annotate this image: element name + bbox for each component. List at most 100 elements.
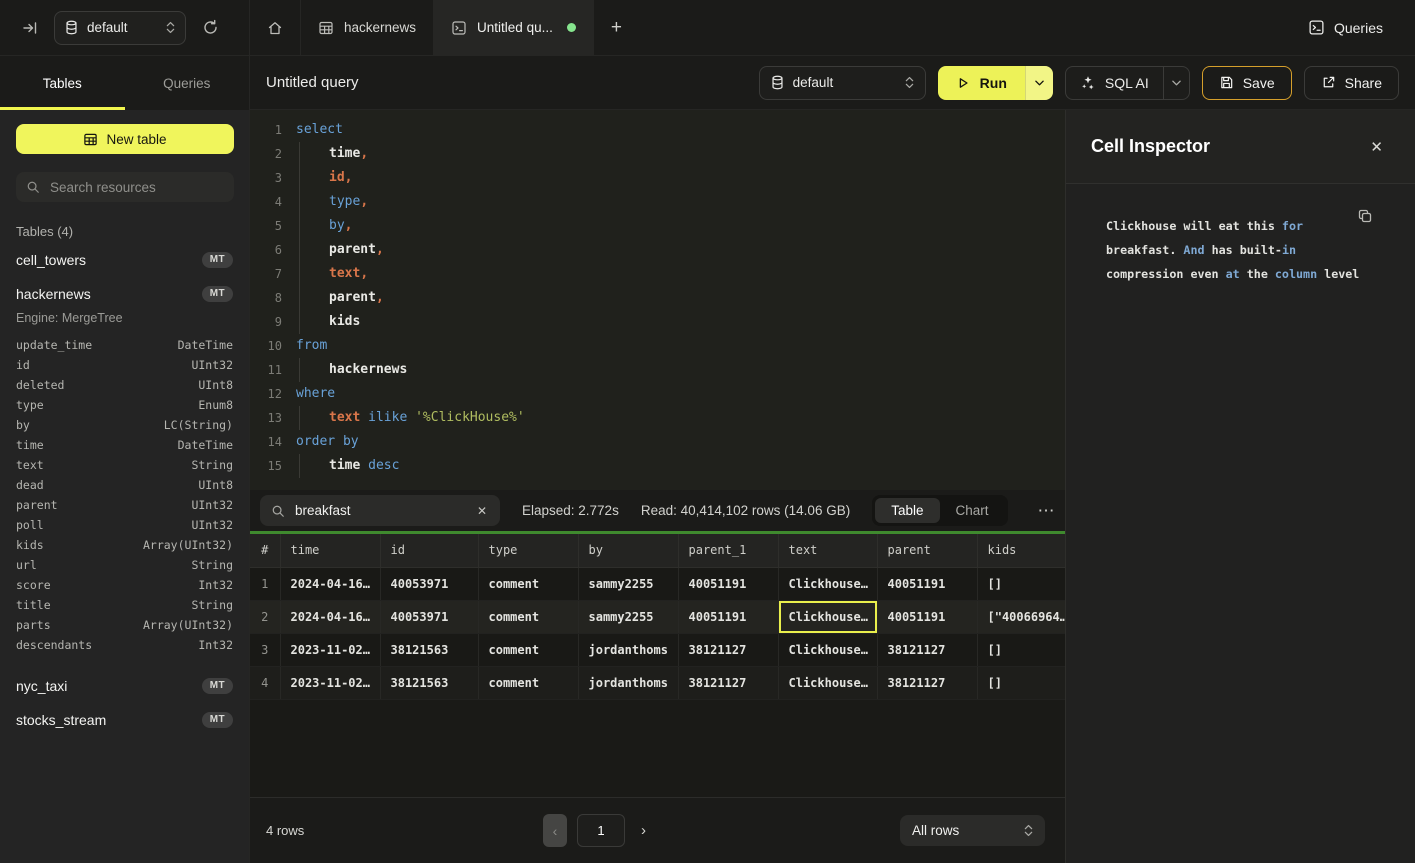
sidebar-table-stocks_stream[interactable]: stocks_streamMT: [16, 703, 233, 737]
cell[interactable]: sammy2255: [578, 567, 678, 600]
column-header-text[interactable]: text: [778, 534, 877, 567]
table-column-by[interactable]: byLC(String): [16, 415, 233, 435]
table-column-dead[interactable]: deadUInt8: [16, 475, 233, 495]
cell[interactable]: sammy2255: [578, 600, 678, 633]
results-more-button[interactable]: ⋯: [1030, 501, 1064, 521]
cell[interactable]: 40051191: [678, 600, 778, 633]
run-options-caret[interactable]: [1025, 66, 1053, 100]
column-header-type[interactable]: type: [478, 534, 578, 567]
table-column-parent[interactable]: parentUInt32: [16, 495, 233, 515]
run-button-main[interactable]: Run: [938, 66, 1025, 100]
close-inspector-button[interactable]: ✕: [1364, 137, 1389, 157]
search-resources-input[interactable]: [48, 179, 224, 196]
row-number[interactable]: 4: [250, 666, 280, 699]
code-text: time,: [296, 142, 368, 166]
cell[interactable]: 40051191: [877, 600, 977, 633]
column-header-time[interactable]: time: [280, 534, 380, 567]
query-database-selector[interactable]: default: [759, 66, 926, 100]
topbar-database-selector[interactable]: default: [54, 11, 186, 45]
copy-cell-button[interactable]: [1357, 208, 1373, 224]
previous-page-button[interactable]: ‹: [543, 814, 567, 847]
cell[interactable]: 2024-04-16…: [280, 600, 380, 633]
cell[interactable]: comment: [478, 666, 578, 699]
cell[interactable]: comment: [478, 633, 578, 666]
new-table-button[interactable]: New table: [16, 124, 234, 154]
cell[interactable]: 38121127: [877, 666, 977, 699]
sql-editor[interactable]: 1select2time,3id,4type,5by,6parent,7text…: [250, 110, 1065, 490]
table-column-id[interactable]: idUInt32: [16, 355, 233, 375]
row-number[interactable]: 3: [250, 633, 280, 666]
row-number[interactable]: 1: [250, 567, 280, 600]
new-tab-button[interactable]: +: [594, 0, 639, 55]
run-button[interactable]: Run: [938, 66, 1053, 100]
table-column-time[interactable]: timeDateTime: [16, 435, 233, 455]
cell[interactable]: 2024-04-16…: [280, 567, 380, 600]
cell[interactable]: Clickhouse…: [778, 633, 877, 666]
cell[interactable]: comment: [478, 600, 578, 633]
sidebar-tab-tables[interactable]: Tables: [0, 56, 125, 110]
cell[interactable]: 2023-11-02…: [280, 633, 380, 666]
table-column-descendants[interactable]: descendantsInt32: [16, 635, 233, 655]
cell[interactable]: comment: [478, 567, 578, 600]
table-column-text[interactable]: textString: [16, 455, 233, 475]
table-column-score[interactable]: scoreInt32: [16, 575, 233, 595]
tab-hackernews[interactable]: hackernews: [301, 0, 434, 55]
cell[interactable]: jordanthoms: [578, 633, 678, 666]
view-toggle-chart[interactable]: Chart: [940, 498, 1005, 523]
cell[interactable]: 38121127: [678, 633, 778, 666]
column-header-kids[interactable]: kids: [977, 534, 1065, 567]
table-column-kids[interactable]: kidsArray(UInt32): [16, 535, 233, 555]
cell[interactable]: []: [977, 567, 1065, 600]
view-toggle-table[interactable]: Table: [875, 498, 939, 523]
refresh-button[interactable]: [202, 19, 219, 36]
tab-home[interactable]: [250, 0, 301, 55]
cell[interactable]: Clickhouse…: [778, 666, 877, 699]
cell[interactable]: 2023-11-02…: [280, 666, 380, 699]
cell[interactable]: 40051191: [678, 567, 778, 600]
column-header-id[interactable]: id: [380, 534, 478, 567]
column-header-by[interactable]: by: [578, 534, 678, 567]
table-column-update_time[interactable]: update_timeDateTime: [16, 335, 233, 355]
sql-ai-button-main[interactable]: SQL AI: [1066, 67, 1163, 99]
sidebar-table-hackernews[interactable]: hackernewsMT: [16, 277, 233, 311]
page-size-selector[interactable]: All rows: [900, 815, 1045, 846]
column-header-parent_1[interactable]: parent_1: [678, 534, 778, 567]
cell[interactable]: 38121127: [678, 666, 778, 699]
sql-ai-options-caret[interactable]: [1163, 67, 1189, 99]
cell[interactable]: 38121563: [380, 633, 478, 666]
cell[interactable]: ["40066964…: [977, 600, 1065, 633]
column-header-index[interactable]: #: [250, 534, 280, 567]
cell[interactable]: jordanthoms: [578, 666, 678, 699]
cell[interactable]: 40053971: [380, 567, 478, 600]
tab-untitled-query[interactable]: Untitled qu...: [434, 0, 594, 55]
table-column-type[interactable]: typeEnum8: [16, 395, 233, 415]
table-column-deleted[interactable]: deletedUInt8: [16, 375, 233, 395]
sidebar-table-nyc_taxi[interactable]: nyc_taxiMT: [16, 669, 233, 703]
cell[interactable]: []: [977, 666, 1065, 699]
table-column-url[interactable]: urlString: [16, 555, 233, 575]
save-button[interactable]: Save: [1202, 66, 1292, 100]
cell[interactable]: Clickhouse…: [778, 567, 877, 600]
share-button[interactable]: Share: [1304, 66, 1399, 100]
sql-ai-button[interactable]: SQL AI: [1065, 66, 1190, 100]
sidebar-tab-queries[interactable]: Queries: [125, 56, 250, 110]
page-number-input[interactable]: [577, 814, 625, 847]
engine-badge: MT: [202, 252, 233, 268]
table-column-title[interactable]: titleString: [16, 595, 233, 615]
results-search-input[interactable]: [293, 502, 467, 519]
table-column-parts[interactable]: partsArray(UInt32): [16, 615, 233, 635]
collapse-sidebar-button[interactable]: [22, 20, 38, 36]
cell[interactable]: 38121127: [877, 633, 977, 666]
next-page-button[interactable]: ›: [635, 822, 652, 839]
sidebar-table-cell_towers[interactable]: cell_towersMT: [16, 243, 233, 277]
queries-button[interactable]: Queries: [1302, 18, 1389, 37]
table-column-poll[interactable]: pollUInt32: [16, 515, 233, 535]
cell[interactable]: 40053971: [380, 600, 478, 633]
cell[interactable]: 40051191: [877, 567, 977, 600]
cell[interactable]: 38121563: [380, 666, 478, 699]
selected-cell[interactable]: Clickhouse…: [778, 600, 877, 633]
cell[interactable]: []: [977, 633, 1065, 666]
clear-search-button[interactable]: ✕: [475, 504, 489, 518]
row-number[interactable]: 2: [250, 600, 280, 633]
column-header-parent[interactable]: parent: [877, 534, 977, 567]
